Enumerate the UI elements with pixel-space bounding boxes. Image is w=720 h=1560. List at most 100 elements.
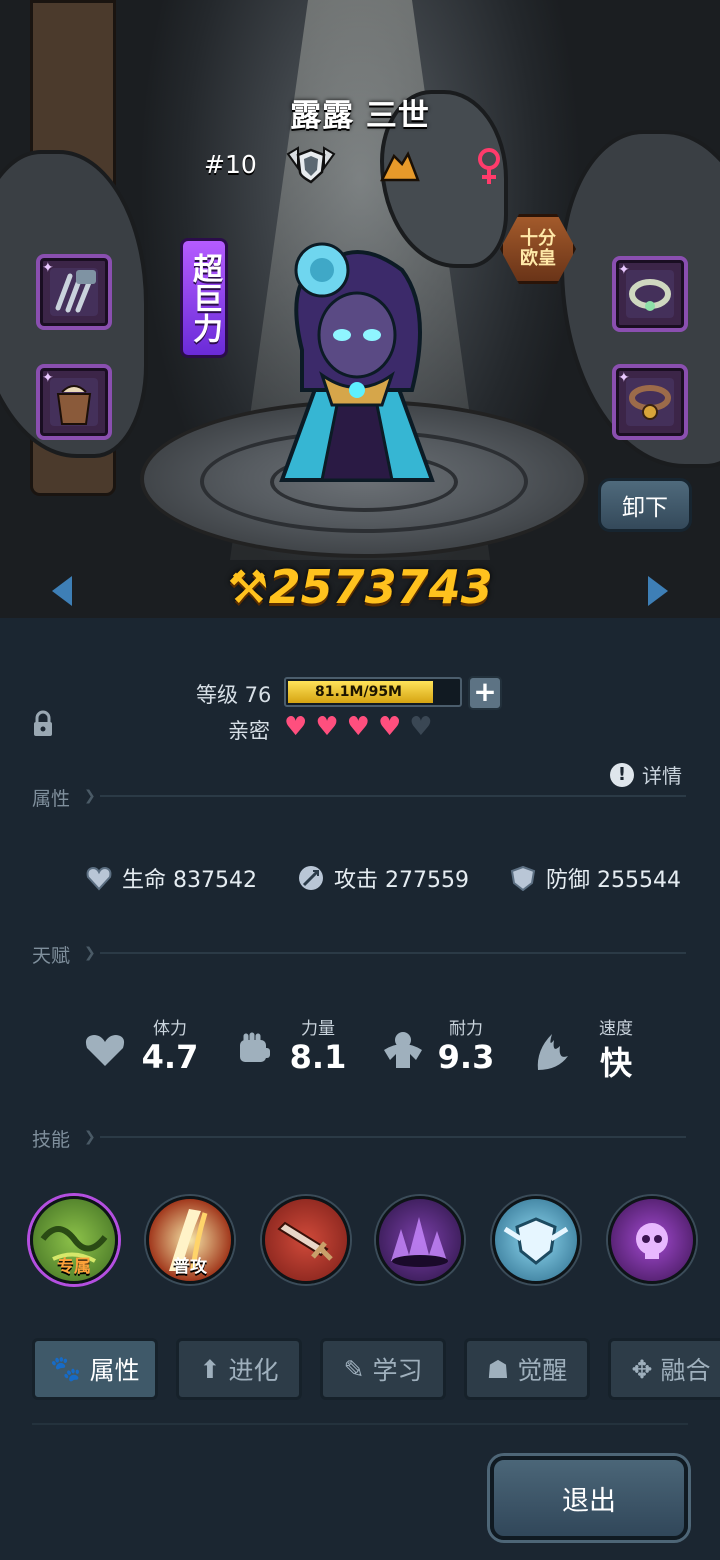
stat-attack: 攻击 277559 [298,862,469,894]
section-divider [100,1136,686,1138]
tab-label: 进化 [228,1356,279,1385]
paw-icon: 🐾 [50,1354,82,1383]
defense-icon [510,865,536,891]
tab-evolve[interactable]: ⬆ 进化 [176,1338,302,1400]
skill-slot[interactable] [608,1196,696,1284]
heart-filled-icon: ♥ [284,712,308,742]
combat-power-value: 2573743 [268,560,493,614]
attack-value: 攻击 277559 [334,868,469,893]
chevron-right-icon: ❯ [84,788,96,804]
luck-badge-line1: 十分 [520,228,556,249]
skill-tag: 普攻 [173,1257,207,1277]
xp-text: 81.1M/95M [314,684,402,700]
level-up-button[interactable]: + [468,676,502,710]
talent-strength [234,1030,274,1074]
talent-value: 4.7 [141,1038,199,1076]
talents-section-label: 天赋 [32,945,71,967]
defense-value: 防御 255544 [546,868,681,893]
xp-bar: 81.1M/95M [284,677,462,707]
fist-icon [240,1032,270,1062]
sparkle-icon: ✦ [42,370,54,386]
skill-slot[interactable] [262,1196,350,1284]
heart-empty-icon: ♥ [409,712,433,742]
hero-character[interactable] [262,230,452,500]
tab-label: 融合 [660,1356,711,1385]
chevron-right-icon: ❯ [84,945,96,961]
talent-value: 快 [599,1044,632,1082]
talent-stamina [84,1032,126,1072]
unequip-button[interactable]: 卸下 [598,478,692,532]
skull-skill-icon [636,1223,668,1259]
skill-slot[interactable]: 普攻 [146,1196,234,1284]
intimacy-label: 亲密 [228,719,270,743]
tab-fusion[interactable]: ✥ 融合 [608,1338,720,1400]
attributes-section-label: 属性 [32,788,71,810]
shadow-skill-icon [391,1217,448,1267]
level-label: 等级 76 [196,683,272,707]
hp-icon [86,866,112,891]
skill-tag: 专属 [57,1257,91,1277]
terrain-icon[interactable] [380,150,420,182]
sword-skill-icon [277,1221,333,1261]
tab-learn[interactable]: ✎ 学习 [320,1338,446,1400]
equip-slot-claw[interactable]: ✦ [36,254,112,330]
muscle-icon [384,1032,422,1068]
info-icon: ! [610,762,634,787]
sparkle-icon: ✦ [618,370,630,386]
combat-power: ⚒2573743 [0,560,720,614]
talent-endurance [380,1030,426,1074]
equip-slot-collar[interactable]: ✦ [612,256,688,332]
hp-value: 生命 837542 [122,868,257,893]
equip-slot-bell-collar[interactable]: ✦ [612,364,688,440]
heart-icon [85,1035,125,1066]
section-divider [100,952,686,954]
stat-defense: 防御 255544 [510,862,681,894]
skill-slot[interactable]: 专属 [30,1196,118,1284]
footer-divider [32,1423,688,1425]
tab-awaken[interactable]: ☗ 觉醒 [464,1338,590,1400]
wing-icon [537,1034,568,1070]
section-divider [100,795,686,797]
up-arrow-icon: ⬆ [199,1354,221,1384]
shield-wing-skill-icon [503,1217,569,1265]
skill-slot[interactable] [376,1196,464,1284]
talent-label: 速度 [599,1019,633,1039]
talent-label: 体力 [153,1019,187,1039]
talent-value: 8.1 [289,1038,347,1076]
exit-button[interactable]: 退出 [490,1456,688,1540]
book-icon: ✎ [343,1354,365,1384]
attack-icon [299,866,323,890]
tab-bar: 🐾 属性 ⬆ 进化 ✎ 学习 ☗ 觉醒 ✥ 融合 [32,1338,720,1400]
trait-tag-label: 超巨力 [187,253,222,343]
details-button[interactable]: ! 详情 [610,760,682,789]
chevron-right-icon: ❯ [84,1129,96,1145]
talent-speed [532,1030,572,1076]
tab-label: 属性 [89,1356,140,1385]
fusion-icon: ✥ [631,1354,653,1384]
sparkle-icon: ✦ [42,260,54,276]
stat-hp: 生命 837542 [86,862,257,894]
skills-section-label: 技能 [32,1129,71,1151]
heart-filled-icon: ♥ [377,712,402,742]
talent-label: 耐力 [449,1019,483,1039]
equip-slot-bucket[interactable]: ✦ [36,364,112,440]
details-label: 详情 [642,764,682,788]
hero-scene: 露露 三世 #10 ✦ ✦ ✦ ✦ 超巨力 十分 欧皇 卸下 ⚒2573743 [0,0,720,618]
hero-name: 露露 三世 [290,98,430,134]
tab-attributes[interactable]: 🐾 属性 [32,1338,158,1400]
tab-label: 学习 [372,1356,423,1385]
trait-tag[interactable]: 超巨力 [180,238,228,358]
mask-icon: ☗ [486,1354,510,1384]
hero-rank: #10 [204,150,257,179]
talent-value: 9.3 [437,1038,495,1076]
female-gender-icon [478,148,500,184]
sparkle-icon: ✦ [618,262,630,278]
tab-label: 觉醒 [517,1356,568,1385]
talent-label: 力量 [301,1019,335,1039]
lock-icon[interactable] [32,710,54,738]
heart-filled-icon: ♥ [315,712,339,742]
heart-filled-icon: ♥ [346,712,370,742]
power-icon: ⚒ [227,560,269,614]
skill-slot[interactable] [492,1196,580,1284]
shield-class-icon[interactable] [286,146,336,186]
